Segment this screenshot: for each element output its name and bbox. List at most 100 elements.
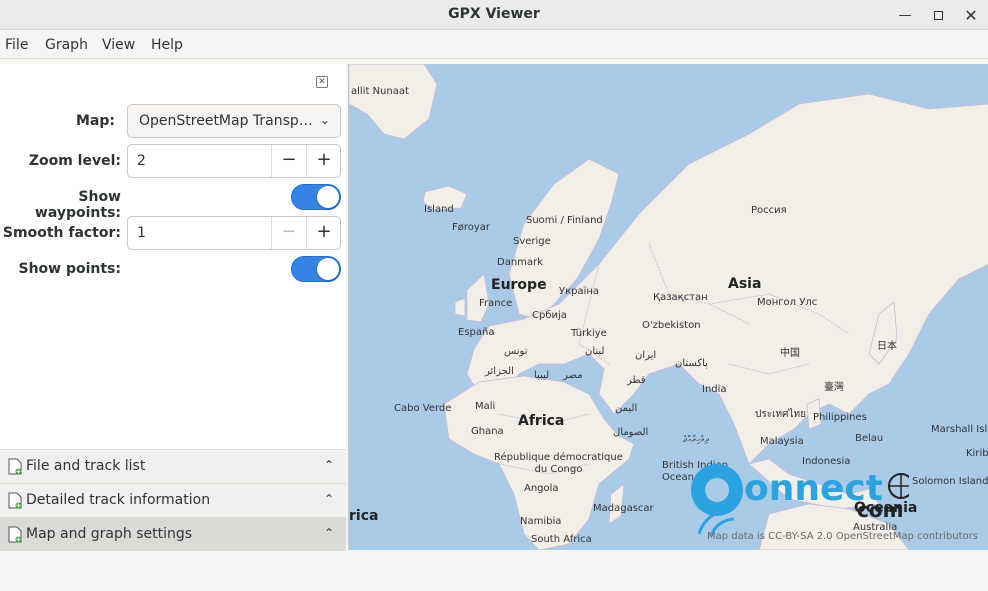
status-area xyxy=(0,551,988,591)
minimize-button[interactable]: — xyxy=(894,4,916,26)
document-add-icon xyxy=(8,458,22,475)
map-label-namibia: Namibia xyxy=(520,516,562,527)
smooth-factor-value: 1 xyxy=(137,225,146,241)
plus-icon: + xyxy=(316,221,332,242)
map-label-mongol: Монгол Улс xyxy=(757,297,818,308)
map-label-lubnan: لبنان xyxy=(585,346,605,357)
zoom-level-value: 2 xyxy=(137,153,146,169)
map-label-europe: Europe xyxy=(491,277,547,293)
map-label-libya: ليبيا xyxy=(534,370,550,381)
map-label-marshall: Marshall Isla xyxy=(931,424,988,435)
panel-close-button[interactable]: ✕ xyxy=(316,76,328,88)
section-title: Map and graph settings xyxy=(26,526,193,542)
map-label-maldives: ދިވެހިރާއްޖެ xyxy=(683,435,709,445)
map-label-misr: مصر xyxy=(563,370,583,381)
map-label-pakistan: پاکستان xyxy=(675,358,708,369)
map-label-taiwan: 臺灣 xyxy=(824,382,844,393)
zoom-level-label: Zoom level: xyxy=(28,153,121,169)
map-label-angola: Angola xyxy=(524,483,559,494)
map-source-value: OpenStreetMap Transp… xyxy=(139,113,313,129)
map-label-srbija: Србија xyxy=(532,310,567,321)
map-label-south-africa: South Africa xyxy=(531,534,592,545)
map-label-uzbekiston: O'zbekiston xyxy=(642,320,701,331)
document-add-icon xyxy=(8,492,22,509)
show-waypoints-label: Show waypoints: xyxy=(34,189,121,221)
toggle-knob xyxy=(317,258,339,280)
map-label-ghana: Ghana xyxy=(471,426,504,437)
chevron-up-icon: ⌃ xyxy=(323,526,334,540)
map-label-turkiye: Türkiye xyxy=(571,328,607,339)
zoom-decrement-button[interactable]: − xyxy=(271,145,306,177)
map-label-madagascar: Madagascar xyxy=(593,503,654,514)
map-view[interactable]: allit Nunaat Island Føroyar Suomi / Finl… xyxy=(348,64,988,550)
menu-bar: File Graph View Help xyxy=(0,31,988,59)
map-label-mali: Mali xyxy=(475,401,496,412)
close-icon: ✕ xyxy=(964,5,978,25)
menu-graph[interactable]: Graph xyxy=(45,37,88,53)
window-title: GPX Viewer xyxy=(448,6,540,22)
smooth-increment-button[interactable]: + xyxy=(306,217,341,249)
chevron-up-icon: ⌃ xyxy=(323,458,334,472)
map-label-ukraina: Україна xyxy=(559,286,600,297)
title-bar: GPX Viewer — ✕ xyxy=(0,0,988,30)
smooth-decrement-button[interactable]: − xyxy=(271,217,306,249)
menu-view[interactable]: View xyxy=(102,37,135,53)
map-label-malaysia: Malaysia xyxy=(760,436,804,447)
map-label-rossiya: Россия xyxy=(751,205,787,216)
chevron-down-icon: ⌄ xyxy=(319,113,330,127)
map-label-kalaallit: allit Nunaat xyxy=(351,86,409,97)
map-label-danmark: Danmark xyxy=(497,257,543,268)
close-window-button[interactable]: ✕ xyxy=(960,4,982,26)
detailed-track-info-expander[interactable]: Detailed track information ⌃ xyxy=(0,483,346,517)
map-label-nihon: 日本 xyxy=(877,341,897,352)
map-label: Map: xyxy=(76,113,115,129)
map-label-island: Island xyxy=(424,204,454,215)
section-title: File and track list xyxy=(26,458,146,474)
map-label-kiribati: Kirib xyxy=(966,448,988,459)
plus-icon: + xyxy=(316,149,332,170)
maximize-button[interactable] xyxy=(927,4,949,26)
map-attribution: Map data is CC-BY-SA 2.0 OpenStreetMap c… xyxy=(706,531,978,542)
map-label-belau: Belau xyxy=(855,433,884,444)
map-label-solomon: Solomon Island xyxy=(912,476,988,487)
menu-file[interactable]: File xyxy=(5,37,28,53)
zoom-increment-button[interactable]: + xyxy=(306,145,341,177)
minus-icon: − xyxy=(281,149,297,170)
map-source-dropdown[interactable]: OpenStreetMap Transp… ⌄ xyxy=(127,104,341,138)
map-label-philippines: Philippines xyxy=(813,412,867,423)
map-label-suomi: Suomi / Finland xyxy=(526,215,603,226)
map-label-yemen: اليمن xyxy=(615,403,638,414)
map-label-america: rica xyxy=(349,508,379,524)
smooth-factor-spinner[interactable]: 1 − + xyxy=(127,216,341,250)
map-label-asia: Asia xyxy=(728,276,762,292)
map-label-cabo-verde: Cabo Verde xyxy=(394,403,452,414)
map-label-foroyar: Føroyar xyxy=(452,222,491,233)
chevron-up-icon: ⌃ xyxy=(323,492,334,506)
map-label-sverige: Sverige xyxy=(513,236,551,247)
zoom-level-spinner[interactable]: 2 − + xyxy=(127,144,341,178)
close-icon: ✕ xyxy=(318,77,326,87)
map-label-france: France xyxy=(479,298,513,309)
minus-icon: − xyxy=(281,221,297,242)
map-label-qatar: قطر xyxy=(627,375,646,386)
map-label-thailand: ประเทศไทย xyxy=(755,409,806,420)
map-label-india: India xyxy=(702,384,727,395)
map-label-zhongguo: 中国 xyxy=(780,348,800,359)
watermark-suffix: com xyxy=(857,498,904,522)
smooth-factor-label: Smooth factor: xyxy=(2,225,121,241)
show-waypoints-toggle[interactable] xyxy=(291,184,341,210)
section-title: Detailed track information xyxy=(26,492,211,508)
map-graph-settings-expander[interactable]: Map and graph settings ⌃ xyxy=(0,517,346,551)
minimize-icon: — xyxy=(898,7,912,23)
menu-help[interactable]: Help xyxy=(151,37,183,53)
map-label-jazair: الجزائر xyxy=(485,366,514,377)
map-label-congo: République démocratique du Congo xyxy=(494,452,623,475)
maximize-icon xyxy=(933,10,943,20)
file-track-list-expander[interactable]: File and track list ⌃ xyxy=(0,449,346,483)
show-points-toggle[interactable] xyxy=(291,256,341,282)
map-label-espana: España xyxy=(458,327,495,338)
map-label-tunis: تونس xyxy=(504,346,528,357)
document-add-icon xyxy=(8,526,22,543)
map-label-africa: Africa xyxy=(518,413,565,429)
map-label-iran: ایران xyxy=(635,350,657,361)
